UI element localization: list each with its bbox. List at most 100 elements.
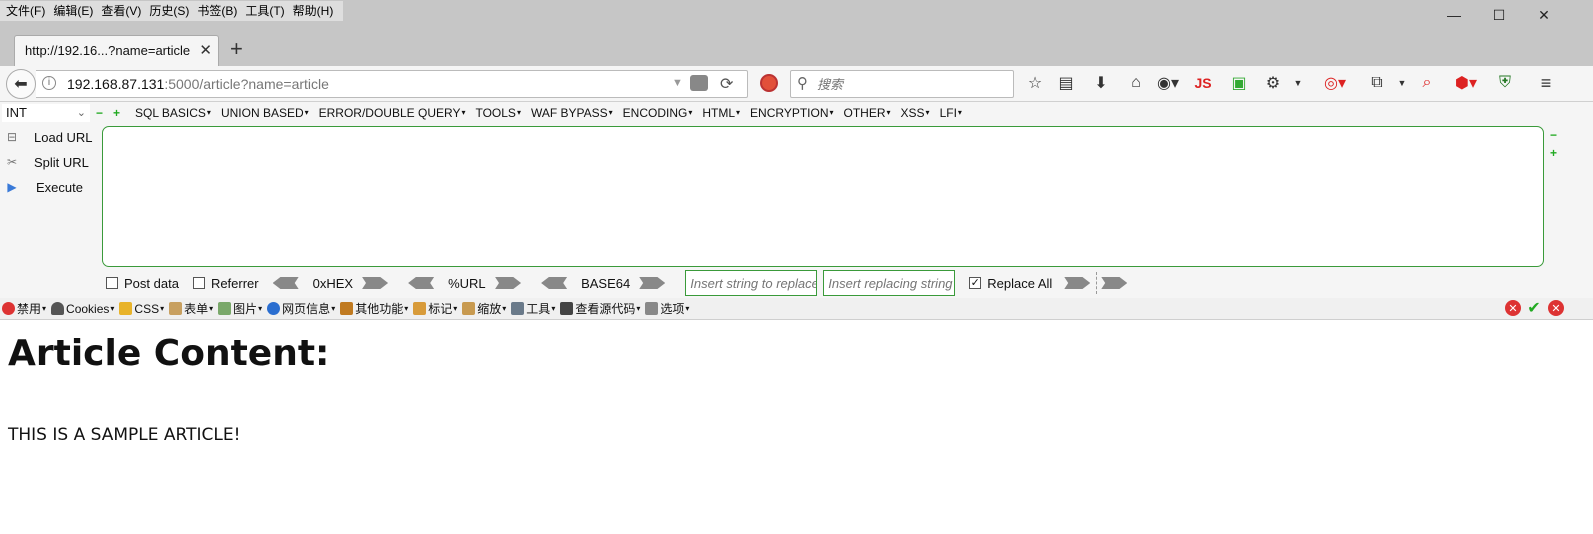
menu-waf-bypass[interactable]: WAF BYPASS [526,104,618,123]
replace-find-input[interactable] [685,270,818,296]
view-source-menu[interactable]: 查看源代码 ▾ [558,300,643,317]
replace-with-input[interactable] [823,270,956,296]
url-encode-arrow-icon[interactable] [495,277,522,289]
tools-menu[interactable]: 工具 ▾ [509,300,558,317]
menu-error-double-query[interactable]: ERROR/DOUBLE QUERY [314,104,471,123]
url-host: 192.168.87.131 [67,76,165,92]
url-bar[interactable]: i 192.168.87.131:5000/article?name=artic… [36,70,748,98]
hamburger-menu-icon[interactable]: ≡ [1535,72,1557,94]
reading-list-icon[interactable]: ▤ [1055,72,1077,94]
reload-icon[interactable]: ⟳ [720,74,733,94]
chevron-down-icon: ⌄ [76,107,86,119]
close-toolbar-icon[interactable]: ✕ [1548,300,1564,316]
menu-lfi[interactable]: LFI [935,104,967,123]
disable-label: 禁用 [17,302,42,316]
url-textarea[interactable] [102,126,1544,267]
url-decode-arrow-icon[interactable] [408,277,435,289]
clip-dropdown-icon[interactable]: ▼ [1394,72,1410,94]
increase-icon[interactable]: + [113,107,123,119]
images-menu[interactable]: 图片 ▾ [216,300,265,317]
download-icon[interactable]: ⬇ [1090,72,1112,94]
menu-history[interactable]: 历史(S) [147,1,195,21]
type-select[interactable]: INT ⌄ [2,104,90,122]
menu-tools[interactable]: 工具(T) [243,1,290,21]
site-info-icon[interactable]: i [42,76,56,90]
execute-button[interactable]: ▶ Execute [4,176,83,198]
search-box[interactable]: ⚲ [790,70,1014,98]
search-highlight-icon[interactable]: ⌕ [1416,72,1438,94]
menu-union-based[interactable]: UNION BASED [216,104,314,123]
menu-file[interactable]: 文件(F) [4,1,51,21]
decrease-icon[interactable]: − [96,107,106,119]
tools-icon [511,302,525,315]
forms-label: 表单 [184,302,209,316]
menu-html[interactable]: HTML [697,104,745,123]
base64-encode-arrow-icon[interactable] [639,277,666,289]
referrer-checkbox[interactable]: Referrer [192,276,259,291]
replace-all-box[interactable]: ✓ [969,277,982,289]
url-dropdown-icon[interactable]: ▼ [672,77,683,89]
adblock-icon[interactable]: ⬢▾ [1450,72,1482,94]
post-data-checkbox[interactable]: Post data [106,276,179,291]
css-label: CSS [134,301,160,316]
palette-icon[interactable]: ⚙ [1262,72,1284,94]
clip-icon[interactable]: ⧉ [1366,72,1388,94]
menu-xss[interactable]: XSS [896,104,935,123]
cookies-menu[interactable]: Cookies ▾ [49,302,117,316]
replace-arrow-icon[interactable] [1064,277,1091,289]
options-menu[interactable]: 选项 ▾ [643,300,692,317]
misc-menu[interactable]: 其他功能 ▾ [338,300,411,317]
search-input[interactable] [817,75,1007,93]
load-url-button[interactable]: ⊟ Load URL [4,126,93,148]
menu-bookmarks[interactable]: 书签(B) [195,1,243,21]
hex-label: 0xHEX [312,275,354,291]
user-agent-icon[interactable]: ◉▾ [1155,72,1181,94]
valid-check-icon[interactable]: ✔ [1526,300,1542,317]
bookmark-star-icon[interactable]: ☆ [1024,72,1046,94]
resize-menu[interactable]: 缩放 ▾ [460,300,509,317]
image-toggle-icon[interactable]: ▣ [1228,72,1250,94]
js-toggle-icon[interactable]: JS [1192,72,1214,94]
reader-view-icon[interactable] [690,75,708,91]
base64-decode-arrow-icon[interactable] [541,277,568,289]
palette-dropdown-icon[interactable]: ▼ [1290,72,1306,94]
page-info-menu[interactable]: 网页信息 ▾ [265,300,338,317]
home-icon[interactable]: ⌂ [1125,72,1147,94]
load-url-icon: ⊟ [6,130,18,144]
menu-tools-hb[interactable]: TOOLS [470,104,525,123]
replace-all-checkbox[interactable]: ✓ Replace All [969,276,1052,291]
menu-view[interactable]: 查看(V) [99,1,147,21]
menu-help[interactable]: 帮助(H) [291,1,340,21]
tab-article[interactable]: http://192.16...?name=article ✕ [14,35,219,66]
screenshot-icon[interactable]: ◎▾ [1320,72,1350,94]
menu-encoding[interactable]: ENCODING [618,104,698,123]
menu-encryption[interactable]: ENCRYPTION [745,104,838,123]
tab-strip: http://192.16...?name=article ✕ + [0,24,1593,66]
referrer-box[interactable] [192,277,205,289]
url-text[interactable]: 192.168.87.131:5000/article?name=article [67,76,329,92]
tab-close-icon[interactable]: ✕ [199,41,212,59]
post-data-box[interactable] [106,277,118,289]
replace-go-icon[interactable] [1101,277,1128,289]
disable-menu[interactable]: 禁用 ▾ [0,300,49,317]
outline-menu[interactable]: 标记 ▾ [411,300,460,317]
hex-encoder: 0xHEX [272,275,389,291]
split-url-button[interactable]: ✂ Split URL [4,151,89,173]
hex-encode-arrow-icon[interactable] [362,277,389,289]
css-menu[interactable]: CSS ▾ [117,302,167,316]
new-tab-button[interactable]: + [230,38,243,60]
noscript-icon[interactable] [760,74,778,92]
menu-list: 文件(F) 编辑(E) 查看(V) 历史(S) 书签(B) 工具(T) 帮助(H… [0,1,344,21]
back-button[interactable]: ⬅ [6,69,36,99]
forms-menu[interactable]: 表单 ▾ [167,300,216,317]
menu-edit[interactable]: 编辑(E) [51,1,99,21]
menu-sql-basics[interactable]: SQL BASICS [130,104,216,123]
view-source-label: 查看源代码 [575,302,636,316]
image-icon [218,302,232,315]
expand-icon[interactable]: + [1550,146,1557,160]
hex-decode-arrow-icon[interactable] [272,277,299,289]
menu-other[interactable]: OTHER [839,104,896,123]
shield-icon[interactable]: ⛨ [1494,72,1516,94]
shrink-icon[interactable]: − [1550,128,1557,142]
error-icon[interactable]: ✕ [1505,300,1521,316]
